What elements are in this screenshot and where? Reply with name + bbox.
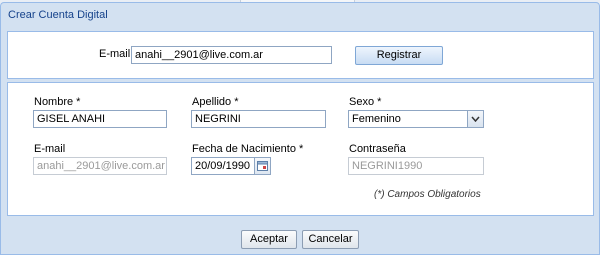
datos-panel: Nombre * GISEL ANAHI Apellido * NEGRINI … — [7, 82, 594, 216]
window-title: Crear Cuenta Digital — [8, 9, 108, 21]
email-label: E-mail — [34, 143, 66, 155]
contrasena-input: NEGRINI1990 — [348, 157, 484, 175]
contrasena-label: Contraseña — [349, 143, 406, 155]
cancelar-button[interactable]: Cancelar — [302, 230, 359, 249]
apellido-input[interactable]: NEGRINI — [191, 110, 326, 128]
apellido-label: Apellido * — [192, 96, 239, 108]
required-fields-note: (*) Campos Obligatorios — [374, 189, 481, 200]
sexo-label: Sexo * — [349, 96, 382, 108]
registro-email-input[interactable]: anahi__2901@live.com.ar — [131, 46, 332, 64]
chevron-down-icon — [471, 116, 480, 122]
registro-email-label: E-mail: — [99, 48, 134, 60]
sexo-dropdown-trigger[interactable] — [467, 111, 483, 127]
crear-cuenta-window: Crear Cuenta Digital E-mail: anahi__2901… — [0, 2, 600, 255]
aceptar-button[interactable]: Aceptar — [241, 230, 297, 249]
contrasena-value: NEGRINI1990 — [352, 160, 423, 172]
calendar-icon — [257, 161, 268, 171]
nombre-label: Nombre * — [34, 96, 81, 108]
email-input: anahi__2901@live.com.ar — [33, 157, 167, 175]
date-picker-trigger[interactable] — [254, 158, 270, 174]
window-title-bar: Crear Cuenta Digital — [1, 3, 599, 27]
fecha-nacimiento-input[interactable]: 20/09/1990 — [191, 157, 271, 175]
registro-panel: E-mail: anahi__2901@live.com.ar Registra… — [7, 31, 594, 79]
apellido-value: NEGRINI — [195, 113, 241, 125]
nombre-input[interactable]: GISEL ANAHI — [33, 110, 167, 128]
email-value: anahi__2901@live.com.ar — [37, 160, 165, 172]
fecha-nacimiento-label: Fecha de Nacimiento * — [192, 143, 304, 155]
fecha-nacimiento-value: 20/09/1990 — [195, 160, 251, 172]
registro-email-value: anahi__2901@live.com.ar — [135, 49, 263, 61]
sexo-select[interactable]: Femenino — [348, 110, 484, 128]
nombre-value: GISEL ANAHI — [37, 113, 106, 125]
registrar-button[interactable]: Registrar — [355, 46, 443, 65]
sexo-value: Femenino — [352, 113, 401, 125]
